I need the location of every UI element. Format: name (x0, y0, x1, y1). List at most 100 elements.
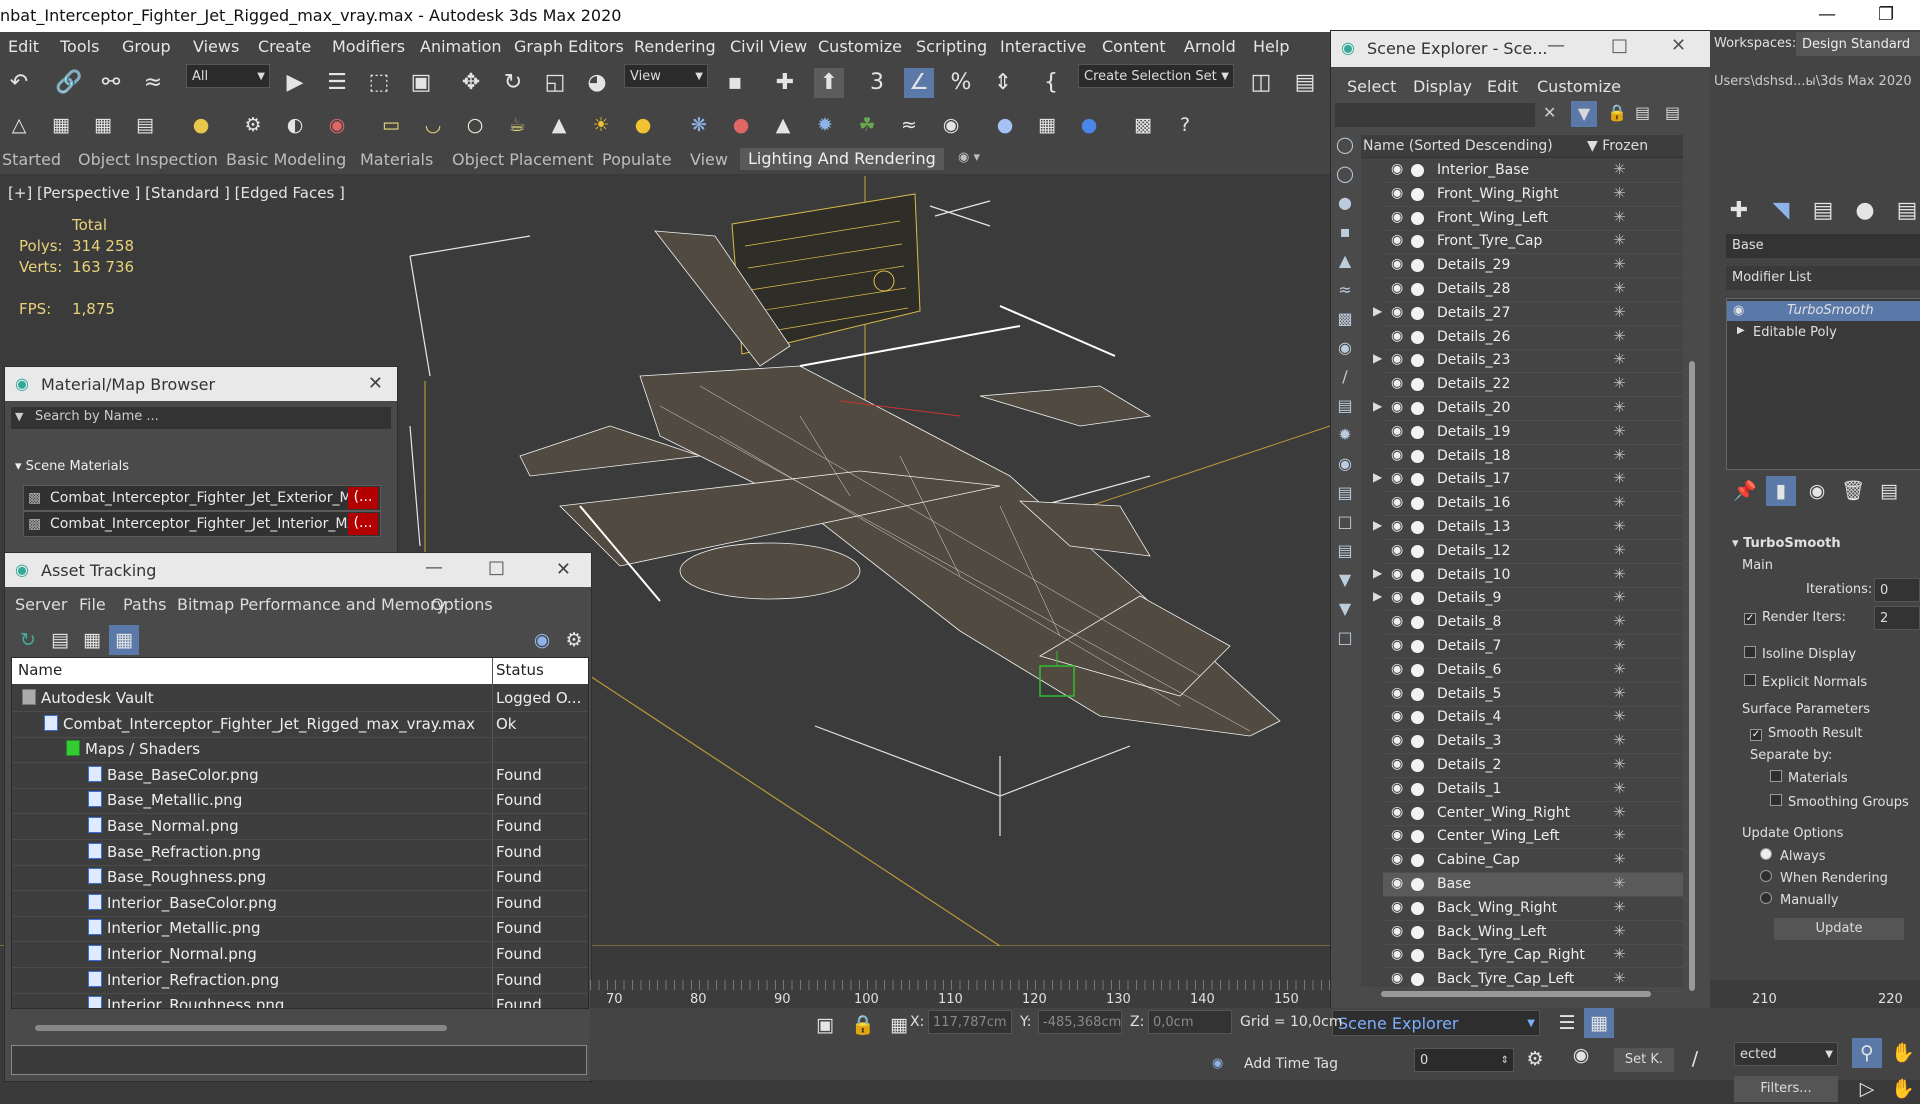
eye-icon[interactable]: ◉ (1391, 946, 1403, 962)
settings-icon[interactable]: ⚙ (559, 625, 589, 655)
chevron-right-icon[interactable]: ▶ (1737, 325, 1745, 336)
display-particles-icon[interactable]: ✹ (1333, 425, 1357, 454)
hierarchy-tab-icon[interactable]: ▤ (1808, 196, 1838, 226)
minimize-icon[interactable]: — (425, 557, 443, 578)
rectangular-selection-icon[interactable]: ⬚ (364, 68, 394, 98)
hair-icon[interactable]: ≈ (894, 110, 924, 140)
key-filter-icon[interactable]: ⚙ (1520, 1044, 1550, 1074)
scene-object-row[interactable]: ▶ ◉ Details_20 ✳ (1373, 397, 1683, 421)
freeze-toggle-icon[interactable]: ✳ (1613, 160, 1626, 178)
angle-snap-icon[interactable]: ∠ (904, 68, 934, 98)
horizontal-scrollbar[interactable] (1381, 991, 1651, 997)
selection-dropdown[interactable]: ected ▼ (1734, 1042, 1838, 1066)
render-toggle-icon[interactable] (1411, 402, 1424, 415)
render-toggle-icon[interactable] (1411, 640, 1424, 653)
curve-editor-icon[interactable]: ▦ (88, 110, 118, 140)
filter-icon[interactable]: ▼ (1333, 599, 1357, 628)
render-toggle-icon[interactable] (1411, 925, 1424, 939)
menu-file[interactable]: File (79, 595, 106, 614)
menu-edit[interactable]: Edit (1487, 77, 1518, 96)
render-toggle-icon[interactable] (1411, 354, 1424, 368)
freeze-toggle-icon[interactable]: ✳ (1613, 327, 1626, 345)
restore-icon[interactable]: ❐ (1878, 4, 1894, 25)
named-selection-set-dropdown[interactable]: Create Selection Set ▼ (1078, 64, 1234, 88)
table-row[interactable]: Interior_BaseColor.png Found (12, 891, 588, 917)
rotate-icon[interactable]: ↻ (498, 68, 528, 98)
edit-named-selection-icon[interactable]: { (1036, 68, 1066, 98)
tab-lighting-and-rendering[interactable]: Lighting And Rendering (740, 148, 944, 170)
table-row[interactable]: Base_Refraction.png Found (12, 840, 588, 866)
remove-modifier-icon[interactable]: 🗑 (1838, 476, 1868, 506)
sphere-primitive-icon[interactable]: ○ (460, 110, 490, 140)
eye-icon[interactable]: ◉ (1391, 827, 1403, 843)
table-row[interactable]: Base_Roughness.png Found (12, 865, 588, 892)
y-coordinate-field[interactable]: -485,368cm (1038, 1010, 1122, 1034)
freeze-toggle-icon[interactable]: ✳ (1613, 945, 1626, 963)
eye-icon[interactable]: ◉ (1391, 161, 1403, 177)
x-coordinate-field[interactable]: 117,787cm (928, 1010, 1012, 1034)
eye-icon[interactable]: ◉ (1391, 304, 1403, 320)
render-toggle-icon[interactable] (1411, 544, 1424, 558)
eye-icon[interactable]: ◉ (1391, 804, 1403, 820)
scene-object-row[interactable]: ◉ Back_Wing_Left ✳ (1383, 921, 1683, 945)
maximize-icon[interactable]: □ (1611, 35, 1628, 56)
table-row[interactable]: Base_BaseColor.png Found (12, 763, 588, 789)
asset-tracking-titlebar[interactable]: ◉ Asset Tracking — □ ✕ (5, 553, 591, 587)
eye-icon[interactable]: ◉ (1391, 708, 1403, 724)
render-toggle-icon[interactable] (1411, 259, 1424, 273)
mirror-icon[interactable]: ◫ (1246, 68, 1276, 98)
menu-animation[interactable]: Animation (420, 37, 502, 56)
sun-light-icon[interactable]: ☀ (586, 110, 616, 140)
menu-paths[interactable]: Paths (123, 595, 166, 614)
render-toggle-icon[interactable] (1411, 663, 1424, 677)
render-toggle-icon[interactable] (1411, 164, 1424, 177)
select-by-name-icon[interactable]: ☰ (322, 68, 352, 98)
horizontal-scrollbar[interactable] (35, 1025, 447, 1031)
eye-icon[interactable]: ◉ (1391, 375, 1403, 391)
smoothing-groups-checkbox[interactable]: Smoothing Groups (1770, 794, 1909, 810)
tab-object-inspection[interactable]: Object Inspection (78, 150, 218, 169)
tab-materials[interactable]: Materials (360, 150, 433, 169)
eye-icon[interactable]: ◉ (1391, 923, 1403, 939)
eye-icon[interactable]: ◉ (1391, 351, 1403, 367)
layer-explorer-icon[interactable]: △ (4, 110, 34, 140)
dome-primitive-icon[interactable]: ◡ (418, 110, 448, 140)
table-row[interactable]: Interior_Metallic.png Found (12, 916, 588, 943)
scene-search-input[interactable] (1335, 103, 1535, 127)
freeze-toggle-icon[interactable]: ✳ (1613, 922, 1626, 940)
eye-icon[interactable]: ◉ (1391, 209, 1403, 225)
selection-lock-icon[interactable]: 🔒 (848, 1010, 878, 1040)
freeze-toggle-icon[interactable]: ✳ (1613, 612, 1626, 630)
vertical-scrollbar[interactable] (1689, 361, 1695, 991)
scene-object-row[interactable]: ◉ Details_8 ✳ (1383, 611, 1683, 636)
link-icon[interactable]: 🔗 (54, 68, 84, 98)
freeze-toggle-icon[interactable]: ✳ (1613, 898, 1626, 916)
eye-icon[interactable]: ◉ (1391, 899, 1403, 915)
frame-spinner[interactable]: 0 ⇕ (1414, 1048, 1514, 1072)
pivot-center-icon[interactable]: ▪ (720, 68, 750, 98)
scene-object-row[interactable]: ▶ ◉ Details_9 ✳ (1373, 587, 1683, 612)
eye-icon[interactable]: ◉ (1391, 613, 1403, 629)
eye-icon[interactable]: ◉ (1391, 780, 1403, 796)
plane-primitive-icon[interactable]: ▭ (376, 110, 406, 140)
menu-customize[interactable]: Customize (818, 37, 902, 56)
expand-arrow-icon[interactable]: ▶ (1373, 470, 1382, 484)
column-status[interactable]: Status (496, 661, 544, 679)
menu-help[interactable]: Help (1253, 37, 1289, 56)
eye-icon[interactable]: ◉ (1391, 494, 1403, 510)
display-groups-icon[interactable]: ▩ (1333, 309, 1357, 338)
render-toggle-icon[interactable] (1411, 306, 1424, 320)
viewport-label[interactable]: [+] [Perspective ] [Standard ] [Edged Fa… (8, 184, 345, 202)
eye-icon[interactable]: ◉ (1391, 447, 1403, 463)
placement-icon[interactable]: ◕ (582, 68, 612, 98)
help-icon[interactable]: ◉ (527, 625, 557, 655)
freeze-toggle-icon[interactable]: ✳ (1613, 850, 1626, 868)
display-geometry-icon[interactable]: ◯ (1333, 135, 1357, 164)
materials-checkbox[interactable]: Materials (1770, 770, 1848, 786)
display-invert-icon[interactable]: ▤ (1333, 541, 1357, 570)
eye-icon[interactable]: ◉ (1391, 518, 1403, 534)
display-all-icon[interactable]: ▤ (1333, 483, 1357, 512)
time-slider-track[interactable]: 70 80 90 100 110 120 130 140 150 (590, 980, 1330, 1008)
undo-icon[interactable]: ↶ (4, 68, 34, 98)
select-object-icon[interactable]: ▶ (280, 68, 310, 98)
